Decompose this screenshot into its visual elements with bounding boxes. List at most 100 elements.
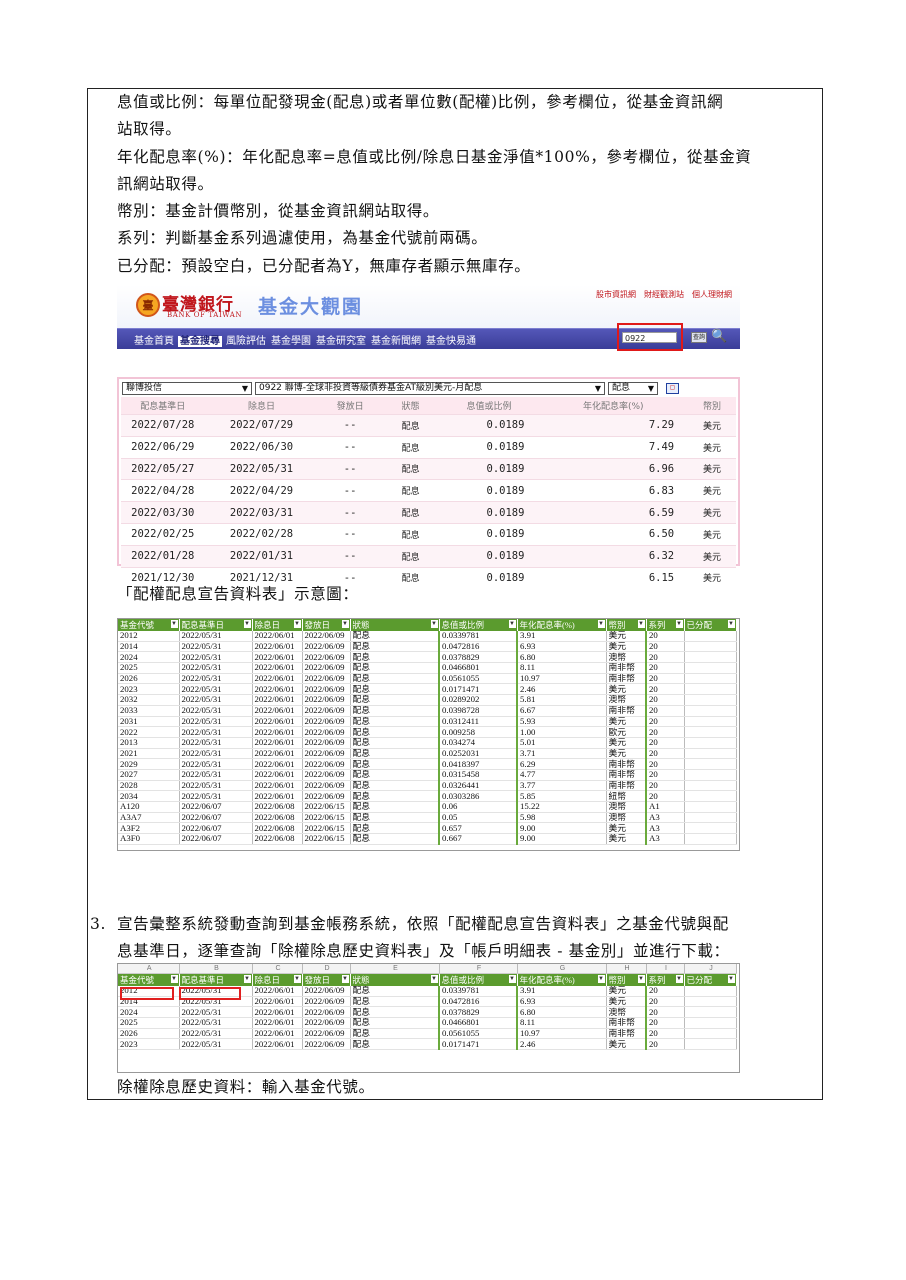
table-cell[interactable]: 2022/06/09 — [302, 748, 350, 759]
table-cell[interactable]: 2022/06/01 — [252, 705, 302, 716]
column-letter[interactable]: C — [252, 964, 302, 974]
table-cell[interactable]: 2022/06/09 — [302, 705, 350, 716]
table-cell[interactable]: 20 — [646, 748, 684, 759]
table-cell[interactable]: 配息 — [350, 684, 439, 695]
table-cell[interactable]: 2022/06/09 — [302, 652, 350, 663]
table-cell[interactable] — [684, 727, 736, 738]
filter-dropdown-icon[interactable]: ▼ — [638, 975, 645, 983]
table-cell[interactable]: 2022/06/09 — [302, 759, 350, 770]
table-cell[interactable]: 2013 — [118, 737, 179, 748]
filter-dropdown-icon[interactable]: ▼ — [598, 975, 605, 983]
table-cell[interactable]: 配息 — [350, 727, 439, 738]
table-cell[interactable]: 20 — [646, 780, 684, 791]
table-cell[interactable]: 0.0171471 — [439, 684, 517, 695]
table-cell[interactable]: 0.0561055 — [439, 1028, 517, 1039]
table-cell[interactable]: 3.71 — [517, 748, 606, 759]
table-cell[interactable] — [684, 1028, 736, 1039]
filter-dropdown-icon[interactable]: ▼ — [244, 975, 251, 983]
table-cell[interactable] — [684, 1039, 736, 1050]
table-cell[interactable]: 2022/06/09 — [302, 1018, 350, 1029]
table-cell[interactable]: 2022/06/01 — [252, 780, 302, 791]
table-cell[interactable]: 6.93 — [517, 996, 606, 1007]
table-cell[interactable]: 配息 — [350, 748, 439, 759]
table-cell[interactable]: 2022/06/01 — [252, 695, 302, 706]
table-cell[interactable]: 0.0472816 — [439, 996, 517, 1007]
table-cell[interactable] — [684, 780, 736, 791]
table-cell[interactable]: 2022/06/01 — [252, 748, 302, 759]
table-cell[interactable]: 2029 — [118, 759, 179, 770]
table-cell[interactable]: 20 — [646, 759, 684, 770]
table-cell[interactable]: 2022/05/31 — [179, 684, 252, 695]
table-cell[interactable]: A3F0 — [118, 834, 179, 845]
table-cell[interactable]: 配息 — [350, 663, 439, 674]
table-cell[interactable]: 美元 — [606, 641, 646, 652]
table-cell[interactable]: 美元 — [606, 823, 646, 834]
table-cell[interactable]: 2024 — [118, 1007, 179, 1018]
table-cell[interactable]: 20 — [646, 695, 684, 706]
table-cell[interactable]: 0.667 — [439, 834, 517, 845]
table-cell[interactable]: 2022/06/01 — [252, 673, 302, 684]
table-cell[interactable]: 2026 — [118, 673, 179, 684]
table-cell[interactable]: 2022/06/09 — [302, 1007, 350, 1018]
table-cell[interactable]: 南非幣 — [606, 1018, 646, 1029]
table-cell[interactable]: 0.0378829 — [439, 652, 517, 663]
table-cell[interactable]: 4.77 — [517, 769, 606, 780]
table-cell[interactable]: 2022/06/15 — [302, 812, 350, 823]
filter-dropdown-icon[interactable]: ▼ — [598, 620, 605, 628]
table-cell[interactable]: 2022/06/09 — [302, 727, 350, 738]
table-cell[interactable]: 2022/06/01 — [252, 791, 302, 802]
table-cell[interactable]: 2022/05/31 — [179, 1028, 252, 1039]
table-cell[interactable]: 2022/05/31 — [179, 631, 252, 641]
table-cell[interactable]: 2022/05/31 — [179, 1039, 252, 1050]
table-cell[interactable]: 2033 — [118, 705, 179, 716]
table-cell[interactable]: 20 — [646, 769, 684, 780]
table-cell[interactable]: 配息 — [350, 716, 439, 727]
table-cell[interactable]: 3.91 — [517, 986, 606, 996]
table-cell[interactable]: 20 — [646, 652, 684, 663]
table-cell[interactable]: 0.0398728 — [439, 705, 517, 716]
filter-dropdown-icon[interactable]: ▼ — [431, 975, 438, 983]
table-cell[interactable]: A1 — [646, 802, 684, 813]
table-cell[interactable]: 2022/06/09 — [302, 1028, 350, 1039]
table-cell[interactable]: 美元 — [606, 1039, 646, 1050]
table-cell[interactable]: 2022/05/31 — [179, 780, 252, 791]
table-cell[interactable]: 2022/06/09 — [302, 769, 350, 780]
table-cell[interactable]: 配息 — [350, 1039, 439, 1050]
table-cell[interactable]: 2022/06/01 — [252, 1039, 302, 1050]
table-cell[interactable]: 2022/06/09 — [302, 737, 350, 748]
table-cell[interactable]: 2023 — [118, 1039, 179, 1050]
table-cell[interactable]: 2022/06/01 — [252, 737, 302, 748]
table-cell[interactable]: 20 — [646, 996, 684, 1007]
table-cell[interactable] — [684, 748, 736, 759]
table-cell[interactable]: 澳幣 — [606, 695, 646, 706]
table-cell[interactable]: 2014 — [118, 641, 179, 652]
table-cell[interactable] — [684, 631, 736, 641]
table-cell[interactable]: 2.46 — [517, 1039, 606, 1050]
column-letter[interactable]: J — [684, 964, 736, 974]
table-cell[interactable]: A3 — [646, 834, 684, 845]
table-cell[interactable]: 2025 — [118, 663, 179, 674]
table-cell[interactable] — [684, 1007, 736, 1018]
table-cell[interactable]: 2022/06/01 — [252, 631, 302, 641]
table-cell[interactable]: 2023 — [118, 684, 179, 695]
table-cell[interactable]: 0.0326441 — [439, 780, 517, 791]
table-cell[interactable]: 2022/06/07 — [179, 802, 252, 813]
table-cell[interactable]: 20 — [646, 727, 684, 738]
table-cell[interactable]: 2022/06/08 — [252, 834, 302, 845]
table-cell[interactable]: 20 — [646, 1028, 684, 1039]
table-cell[interactable]: 2022/06/09 — [302, 780, 350, 791]
table-cell[interactable]: 澳幣 — [606, 802, 646, 813]
table-cell[interactable]: 2031 — [118, 716, 179, 727]
table-cell[interactable]: 澳幣 — [606, 1007, 646, 1018]
table-cell[interactable]: 2022/06/01 — [252, 641, 302, 652]
table-cell[interactable]: 美元 — [606, 986, 646, 996]
table-cell[interactable]: 2022/05/31 — [179, 759, 252, 770]
table-cell[interactable] — [684, 663, 736, 674]
table-cell[interactable]: 2022/06/09 — [302, 716, 350, 727]
table-cell[interactable]: 2022/05/31 — [179, 769, 252, 780]
table-cell[interactable]: 0.0312411 — [439, 716, 517, 727]
table-cell[interactable]: 2022 — [118, 727, 179, 738]
table-cell[interactable]: 2022/06/08 — [252, 823, 302, 834]
table-cell[interactable]: 美元 — [606, 834, 646, 845]
table-cell[interactable]: 紐幣 — [606, 791, 646, 802]
